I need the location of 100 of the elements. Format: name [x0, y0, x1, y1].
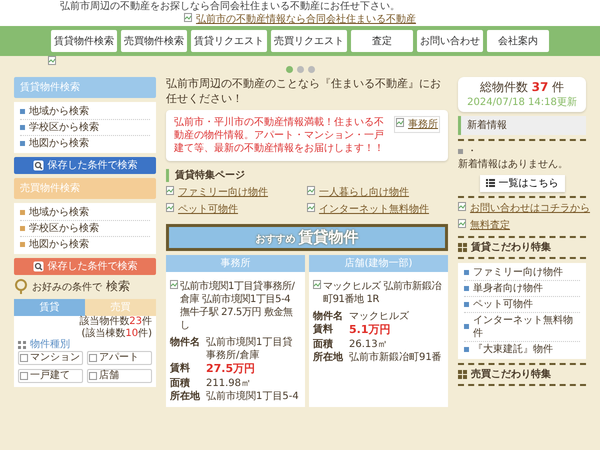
search-title-lead: お好みの条件で: [32, 280, 102, 294]
nav-button[interactable]: お問い合わせ: [417, 30, 483, 52]
search-link[interactable]: 学校区から検索: [29, 121, 99, 134]
news-header: 新着情報: [458, 116, 586, 135]
square-bullet-icon: [458, 148, 463, 154]
spec-value: 弘前市新鍛冶町91番: [349, 350, 442, 364]
feature-link[interactable]: 単身者向け物件: [473, 282, 543, 295]
image-alt-link[interactable]: ファミリー向け物件: [178, 186, 268, 199]
spec-value: 弘前市境関1丁目5-4: [206, 390, 299, 403]
featured-banner: おすすめ 賃貸物件: [166, 224, 448, 252]
square-bullet-icon: [464, 346, 469, 352]
intro-text: 弘前市周辺の不動産のことなら『住まいる不動産』にお任せください！: [166, 77, 442, 106]
nav-button[interactable]: 賃貸物件検索: [51, 30, 117, 52]
search-icon: [32, 160, 44, 172]
search-link[interactable]: 地域から検索: [29, 105, 89, 118]
list-button[interactable]: 一覧はこちら: [480, 174, 564, 192]
nav-button[interactable]: 会社案内: [487, 30, 549, 52]
spec-value: 211.98㎡: [206, 376, 251, 390]
image-alt-text: 弘前市境関1丁目貸事務所/倉庫 弘前市境関1丁目5-4 撫牛子駅 27.5万円 敷金無し: [180, 280, 296, 332]
broken-image-icon: [166, 202, 174, 212]
spec-value: 26.13㎡: [349, 338, 388, 351]
spec-value: マックヒルズ: [349, 310, 409, 324]
checkbox-option[interactable]: 一戸建て: [18, 368, 83, 383]
spec-label: 賃料: [170, 362, 191, 376]
image-alt-link[interactable]: 一人暮らし向け物件: [319, 186, 409, 199]
image-alt-link[interactable]: 弘前市の不動産情報なら合同会社住まいる不動産: [196, 13, 416, 26]
price-value: 27.5万円: [206, 362, 256, 377]
search-link[interactable]: 地図から検索: [29, 238, 89, 252]
nav-button[interactable]: 売買リクエスト: [271, 30, 347, 52]
grid-icon: [458, 242, 467, 252]
square-bullet-icon: [20, 109, 25, 114]
grid-icon: [458, 370, 467, 379]
image-alt-link[interactable]: インターネット無料物件: [319, 202, 429, 216]
spec-value: 弘前市境関1丁目貸事務所/倉庫: [206, 336, 294, 362]
hit-count: 該当物件数23件: [78, 316, 152, 328]
search-icon: [32, 261, 44, 272]
tagline: 弘前市周辺の不動産をお探しなら合同会社住まいる不動産にお任せ下さい。: [59, 0, 401, 13]
update-time: 2024/07/18 14:18更新: [466, 96, 578, 109]
section-header: 賃貸物件検索: [14, 77, 156, 98]
square-bullet-icon: [464, 286, 469, 291]
price-value: 5.1万円: [349, 323, 390, 338]
square-bullet-icon: [20, 125, 25, 130]
spec-label: 所在地: [170, 390, 201, 403]
nav-button[interactable]: 賃貸リクエスト: [191, 30, 267, 52]
nav-button[interactable]: 売買物件検索: [121, 30, 187, 52]
square-bullet-icon: [20, 210, 25, 216]
image-alt-link[interactable]: お問い合わせはコチラから: [470, 202, 590, 215]
section-header: 売買物件検索: [14, 178, 156, 200]
spec-label: 賃料: [313, 323, 334, 338]
image-alt-text: マックヒルズ 弘前市新鍛冶町91番地 1R: [323, 280, 442, 306]
broken-image-icon: [307, 202, 315, 212]
search-title: 検索: [106, 279, 130, 296]
spec-label: 面積: [170, 376, 191, 390]
list-icon: [486, 179, 494, 188]
search-link[interactable]: 地域から検索: [29, 206, 89, 220]
save-search-button[interactable]: 保存した条件で検索: [14, 157, 156, 174]
slider-dot[interactable]: [296, 66, 304, 74]
spec-label: 所在地: [313, 350, 344, 364]
property-type: 店舗(建物一部): [309, 255, 448, 272]
news-empty-text: 新着情報はありません。: [458, 158, 569, 171]
square-bullet-icon: [20, 242, 25, 248]
feature-link[interactable]: ファミリー向け物件: [473, 266, 563, 279]
square-bullet-icon: [464, 324, 469, 330]
group-label: 物件種別: [30, 339, 70, 351]
broken-image-icon: [166, 186, 174, 195]
broken-image-icon: [48, 56, 56, 65]
slider-dot[interactable]: [308, 66, 314, 74]
broken-image-icon: [307, 186, 315, 195]
spec-label: 物件名: [313, 310, 344, 324]
total-count: 総物件数 37 件: [478, 80, 566, 96]
message-text: 弘前市・平川市の不動産情報満載！住まいる不動産の物件情報。アパート・マンション・一戸建て等、最新の不動産情報をお届けします！！: [174, 116, 385, 155]
square-bullet-icon: [20, 226, 25, 232]
feature-title: 売買こだわり特集: [471, 368, 551, 381]
checkbox-option[interactable]: マンション: [18, 350, 83, 365]
feature-link[interactable]: インターネット無料物件: [473, 314, 580, 340]
square-bullet-icon: [20, 141, 25, 146]
broken-image-icon: [396, 118, 404, 127]
image-alt-link[interactable]: 無料査定: [470, 218, 510, 232]
search-link[interactable]: 学校区から検索: [29, 222, 99, 236]
magnifier-icon: [14, 279, 28, 296]
spec-label: 物件名: [170, 336, 201, 350]
broken-image-icon: [170, 280, 178, 290]
feature-link[interactable]: ペット可物件: [473, 298, 533, 311]
square-bullet-icon: [464, 270, 469, 275]
feature-link[interactable]: 『大東建託』物件: [473, 342, 553, 356]
building-count: (該当棟数10件): [80, 328, 152, 340]
broken-image-icon: [313, 280, 321, 290]
section-title: 賃貸特集ページ: [166, 168, 448, 182]
image-alt-link[interactable]: ペット可物件: [178, 202, 238, 216]
search-link[interactable]: 地図から検索: [29, 137, 89, 150]
broken-image-icon: [458, 218, 466, 228]
news-bullet: ・: [467, 144, 477, 158]
nav-button[interactable]: 査定: [351, 30, 413, 52]
grid-icon: [18, 340, 26, 349]
checkbox-option[interactable]: 店舗: [87, 368, 152, 383]
broken-image-icon: [184, 13, 192, 22]
slider-dot[interactable]: [286, 66, 292, 74]
feature-title: 賃貸こだわり特集: [471, 240, 551, 254]
property-type: 事務所: [166, 255, 305, 272]
checkbox-option[interactable]: アパート: [87, 350, 152, 365]
